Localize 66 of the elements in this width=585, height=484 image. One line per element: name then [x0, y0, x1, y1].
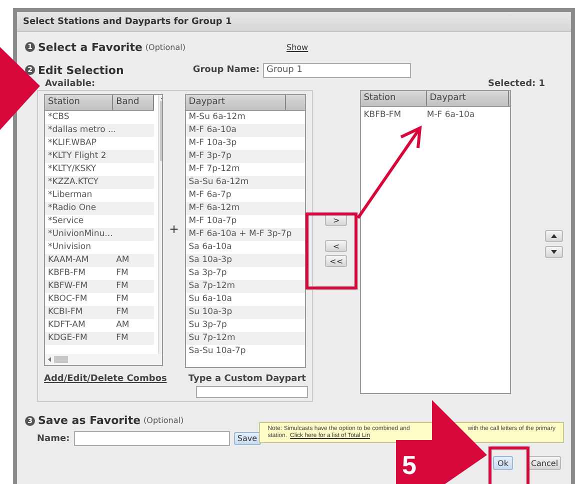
- section-title: Select a Favorite: [38, 40, 142, 54]
- optional-hint: (Optional): [144, 416, 184, 425]
- daypart-cell[interactable]: Sa-Su 10a-7p: [186, 345, 306, 358]
- daypart-cell[interactable]: M-F 7p-12m: [186, 163, 306, 176]
- station-cell[interactable]: *Univision: [45, 241, 115, 254]
- daypart-cell[interactable]: M-F 6a-7p: [186, 189, 306, 202]
- plus-sign: +: [169, 222, 180, 236]
- column-header[interactable]: Daypart: [426, 91, 509, 106]
- ok-button[interactable]: Ok: [493, 456, 513, 470]
- daypart-cell[interactable]: Sa 6a-10a: [186, 241, 306, 254]
- available-label: Available:: [45, 79, 96, 89]
- station-cell[interactable]: KBFB-FM: [45, 267, 114, 280]
- band-cell-text: FM: [115, 267, 130, 280]
- daypart-cell[interactable]: M-F 6a-10a: [424, 109, 510, 123]
- daypart-cell[interactable]: M-Su 6a-12m: [186, 111, 306, 124]
- cancel-button[interactable]: Cancel: [528, 456, 561, 470]
- name-label: Name:: [37, 434, 70, 444]
- band-cell-text: AM: [115, 254, 130, 267]
- band-cell-text: FM: [115, 293, 130, 306]
- station-cell[interactable]: KDGE-FM: [45, 332, 114, 345]
- save-button[interactable]: Save: [234, 432, 261, 445]
- step-number-label: 5: [402, 450, 416, 481]
- daypart-cell[interactable]: M-F 10a-3p: [186, 137, 306, 150]
- station-cell[interactable]: *KLIF.WBAP: [45, 137, 115, 150]
- group-name-field[interactable]: Group 1: [262, 62, 410, 78]
- band-cell-text: AM: [115, 319, 130, 332]
- band-cell-text: FM: [115, 306, 130, 319]
- daypart-cell[interactable]: Sa 10a-3p: [186, 254, 306, 267]
- window-title: Select Stations and Dayparts for Group 1: [17, 12, 571, 32]
- station-cell[interactable]: KBOC-FM: [45, 293, 114, 306]
- group-name-label: Group Name:: [192, 65, 260, 75]
- station-cell[interactable]: KBFW-FM: [45, 280, 114, 293]
- station-cell[interactable]: KDFT-AM: [45, 319, 114, 332]
- station-cell[interactable]: KAAM-AM: [45, 254, 114, 267]
- daypart-cell[interactable]: M-F 6a-12m: [186, 202, 306, 215]
- daypart-cell[interactable]: M-F 6a-10a: [186, 124, 306, 137]
- selected-count: Selected: 1: [488, 79, 545, 89]
- station-cell[interactable]: KBFB-FM: [360, 109, 424, 123]
- daypart-cell[interactable]: Su 10a-3p: [186, 306, 306, 319]
- station-cell[interactable]: *Service: [45, 215, 115, 228]
- station-cell[interactable]: *Liberman: [45, 189, 115, 202]
- station-cell[interactable]: KCBI-FM: [45, 306, 114, 319]
- daypart-cell[interactable]: M-F 3p-7p: [186, 150, 306, 163]
- section-title: Edit Selection: [38, 64, 124, 76]
- station-cell[interactable]: *CBS: [45, 111, 115, 124]
- daypart-cell[interactable]: M-F 6a-10a + M-F 3p-7p: [186, 228, 306, 241]
- show-link[interactable]: Show: [286, 42, 308, 52]
- station-cell[interactable]: *KLTY/KSKY: [45, 163, 115, 176]
- section-title: Save as Favorite: [38, 414, 141, 427]
- column-header[interactable]: Station: [360, 91, 427, 106]
- daypart-cell[interactable]: Su 3p-7p: [186, 319, 306, 332]
- band-cell-text: FM: [115, 280, 130, 293]
- daypart-cell[interactable]: Su 7p-12m: [186, 332, 306, 345]
- combos-link[interactable]: Add/Edit/Delete Combos: [44, 374, 167, 384]
- move-button[interactable]: <: [325, 240, 348, 252]
- band-cell-text: FM: [115, 332, 130, 345]
- daypart-cell[interactable]: Sa-Su 6a-12m: [186, 176, 306, 189]
- move-button[interactable]: <<: [325, 255, 348, 267]
- daypart-cell[interactable]: Su 6a-10a: [186, 293, 306, 306]
- column-header[interactable]: Station: [45, 95, 114, 110]
- daypart-cell[interactable]: Sa 3p-7p: [186, 267, 306, 280]
- daypart-cell[interactable]: M-F 10a-7p: [186, 215, 306, 228]
- optional-hint: (Optional): [145, 42, 186, 52]
- custom-daypart-label: Type a Custom Daypart: [188, 374, 306, 384]
- daypart-cell[interactable]: Sa 7p-12m: [186, 280, 306, 293]
- column-header[interactable]: Band: [113, 95, 154, 110]
